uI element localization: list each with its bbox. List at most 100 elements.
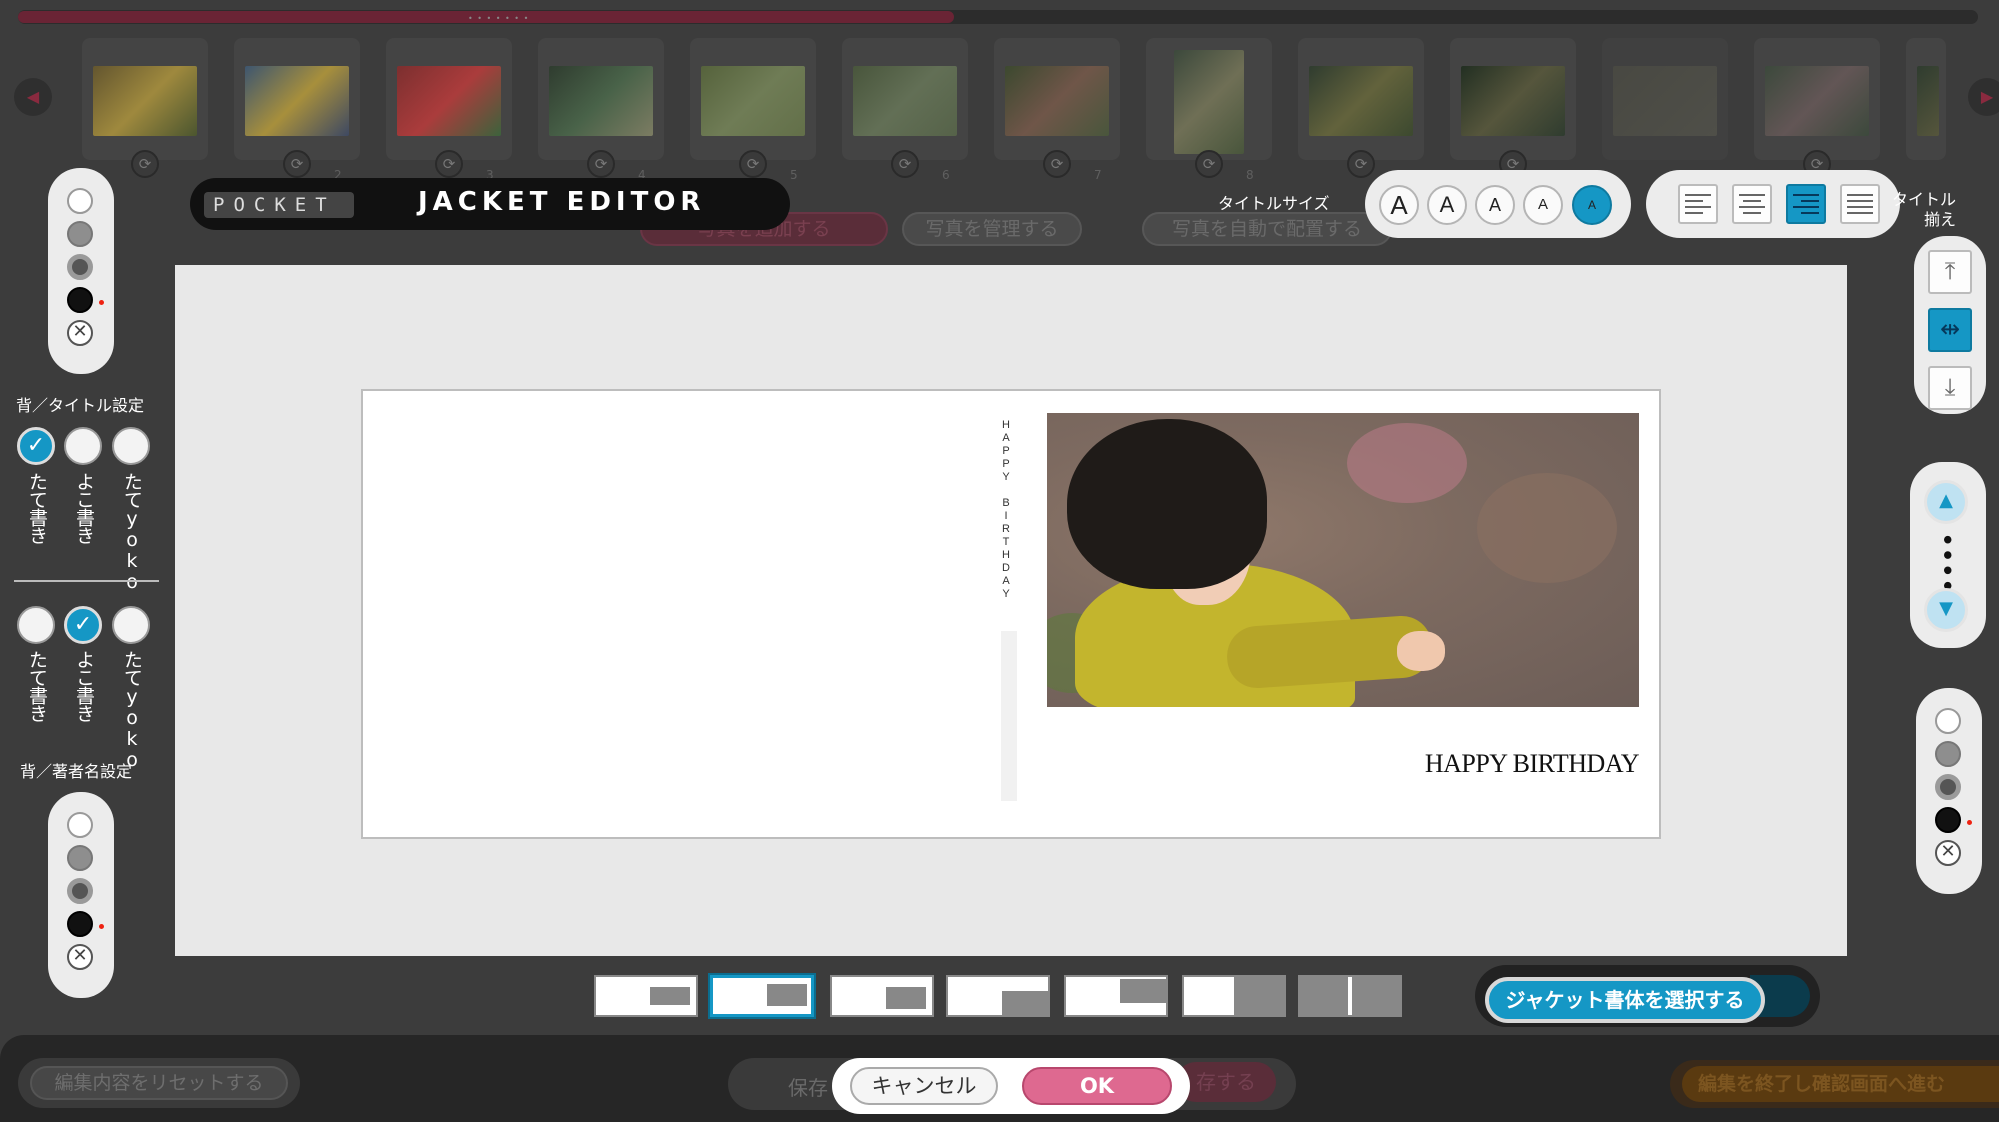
select-jacket-font-button[interactable]: ジャケット書体を選択する [1485, 977, 1765, 1023]
reset-edits-button[interactable]: 編集内容をリセットする [30, 1066, 288, 1100]
thumbnail-number: 5 [790, 168, 798, 182]
cancel-button[interactable]: キャンセル [850, 1067, 998, 1105]
photo-thumbnail[interactable]: ⟳ 6 [842, 38, 968, 182]
photo-thumbnail[interactable] [1602, 38, 1728, 160]
dialog-actions: キャンセル OK [832, 1058, 1190, 1114]
layout-template-3[interactable] [830, 975, 934, 1017]
rotate-icon[interactable]: ⟳ [739, 150, 767, 178]
finish-wrapper: 編集を終了し確認画面へ進む [1670, 1060, 1999, 1108]
no-color-swatch[interactable]: ✕ [67, 944, 93, 970]
rotate-icon[interactable]: ⟳ [1195, 150, 1223, 178]
filmstrip-prev-button[interactable]: ◀ [14, 78, 52, 116]
color-white-swatch[interactable] [1935, 708, 1961, 734]
photo-thumbnail[interactable]: ⟳ 8 [1146, 38, 1272, 182]
cover-photo[interactable] [1047, 413, 1639, 707]
cover-title-text[interactable]: HAPPY BIRTHDAY [1425, 749, 1640, 779]
valign-top-button[interactable]: ⤒ [1928, 250, 1972, 294]
rotate-icon[interactable]: ⟳ [1347, 150, 1375, 178]
layout-template-2[interactable] [708, 973, 816, 1019]
spine-title-tateyoko-radio[interactable] [112, 427, 150, 465]
spine-title-horizontal-radio[interactable] [64, 427, 102, 465]
rotate-icon[interactable]: ⟳ [891, 150, 919, 178]
color-white-swatch[interactable] [67, 812, 93, 838]
rotate-icon[interactable]: ⟳ [283, 150, 311, 178]
jacket-preview: HAPPY BIRTHDAY HAPPY BIRTHDAY [361, 389, 1661, 839]
ellipsis-icon: •••• [1931, 532, 1961, 594]
align-justify-button[interactable] [1840, 184, 1880, 224]
title-align-group [1646, 170, 1900, 238]
layout-template-7[interactable] [1298, 975, 1402, 1017]
spine-title-tateyoko-label: たてyoko [121, 472, 143, 592]
valign-bottom-button[interactable]: ⤓ [1928, 366, 1972, 410]
color-black-swatch[interactable] [1935, 807, 1961, 833]
spine-author-vertical-radio[interactable] [17, 606, 55, 644]
auto-place-button[interactable]: 写真を自動で配置する [1142, 212, 1392, 246]
layout-template-4[interactable] [946, 975, 1050, 1017]
app-title-bar: POCKET JACKET EDITOR [190, 178, 790, 230]
photo-thumbnail[interactable]: ⟳ 5 [690, 38, 816, 182]
photo-thumbnail[interactable]: ⟳ 7 [994, 38, 1120, 182]
rotate-icon[interactable]: ⟳ [587, 150, 615, 178]
photo-thumbnail[interactable]: ⟳ 3 [386, 38, 512, 182]
spine-author-settings-label: 背／著者名設定 [20, 762, 133, 781]
color-grey-swatch[interactable] [67, 221, 93, 247]
jacket-editor-window: • • • • • • • ◀ ▶ ⟳ ⟳ 2 ⟳ 3 ⟳ 4 ⟳ 5 ⟳ 6 … [0, 0, 1999, 1122]
color-black-swatch[interactable] [67, 287, 93, 313]
grip-icon: • • • • • • • [468, 14, 530, 23]
editor-title: JACKET EDITOR [418, 187, 706, 217]
align-center-button[interactable] [1732, 184, 1772, 224]
rotate-icon[interactable]: ⟳ [1043, 150, 1071, 178]
photo-thumbnail[interactable]: ⟳ 9 [1298, 38, 1424, 182]
title-size-xl[interactable]: A [1379, 185, 1419, 225]
save-button-dimmed: 保存 [788, 1076, 828, 1100]
title-size-l[interactable]: A [1427, 185, 1467, 225]
color-grey-swatch[interactable] [1935, 741, 1961, 767]
color-darkgrey-swatch[interactable] [67, 878, 93, 904]
spine-title-vertical-radio[interactable]: ✓ [17, 427, 55, 465]
selected-indicator [99, 924, 104, 929]
color-darkgrey-swatch[interactable] [1935, 774, 1961, 800]
layout-template-5[interactable] [1064, 975, 1168, 1017]
color-white-swatch[interactable] [67, 188, 93, 214]
align-right-button[interactable] [1786, 184, 1826, 224]
filmstrip-next-button[interactable]: ▶ [1968, 78, 1999, 116]
spine-title-color-panel: ✕ [48, 168, 114, 374]
spine-author-vertical-label: たて書き [26, 650, 48, 722]
spine-author-area[interactable] [1001, 631, 1017, 801]
filmstrip-scroll-track[interactable]: • • • • • • • [18, 10, 1978, 24]
align-left-button[interactable] [1678, 184, 1718, 224]
rotate-icon[interactable]: ⟳ [435, 150, 463, 178]
editor-canvas: HAPPY BIRTHDAY HAPPY BIRTHDAY [175, 265, 1847, 956]
title-size-m[interactable]: A [1475, 185, 1515, 225]
section-divider [14, 580, 159, 582]
title-size-group: A A A A A [1365, 170, 1631, 238]
finish-editing-button[interactable]: 編集を終了し確認画面へ進む [1682, 1066, 1999, 1102]
spine-title-vertical-label: たて書き [26, 472, 48, 544]
photo-thumbnail[interactable]: ⟳ [1754, 38, 1880, 178]
title-size-s[interactable]: A [1523, 185, 1563, 225]
rotate-icon[interactable]: ⟳ [131, 150, 159, 178]
photo-thumbnail[interactable]: ⟳ 2 [234, 38, 360, 182]
layout-template-1[interactable] [594, 975, 698, 1017]
manage-photo-button[interactable]: 写真を管理する [902, 212, 1082, 246]
color-black-swatch[interactable] [67, 911, 93, 937]
move-up-button[interactable]: ▲ [1924, 480, 1968, 524]
spine-title-text[interactable]: HAPPY BIRTHDAY [1000, 419, 1012, 601]
no-color-swatch[interactable]: ✕ [67, 320, 93, 346]
no-color-swatch[interactable]: ✕ [1935, 840, 1961, 866]
valign-middle-button[interactable]: ⇹ [1928, 308, 1972, 352]
spine-author-horizontal-radio[interactable]: ✓ [64, 606, 102, 644]
layout-template-6[interactable] [1182, 975, 1286, 1017]
photo-thumbnail[interactable] [1906, 38, 1946, 160]
photo-thumbnail[interactable]: ⟳ [1450, 38, 1576, 178]
spine-author-tateyoko-radio[interactable] [112, 606, 150, 644]
photo-thumbnail[interactable]: ⟳ [82, 38, 208, 178]
title-size-xs[interactable]: A [1572, 185, 1612, 225]
vertical-align-panel: ⤒ ⇹ ⤓ [1914, 236, 1986, 414]
move-down-button[interactable]: ▼ [1924, 588, 1968, 632]
color-grey-swatch[interactable] [67, 845, 93, 871]
spine-author-color-panel: ✕ [48, 792, 114, 998]
ok-button[interactable]: OK [1022, 1067, 1172, 1105]
color-darkgrey-swatch[interactable] [67, 254, 93, 280]
photo-thumbnail[interactable]: ⟳ 4 [538, 38, 664, 182]
